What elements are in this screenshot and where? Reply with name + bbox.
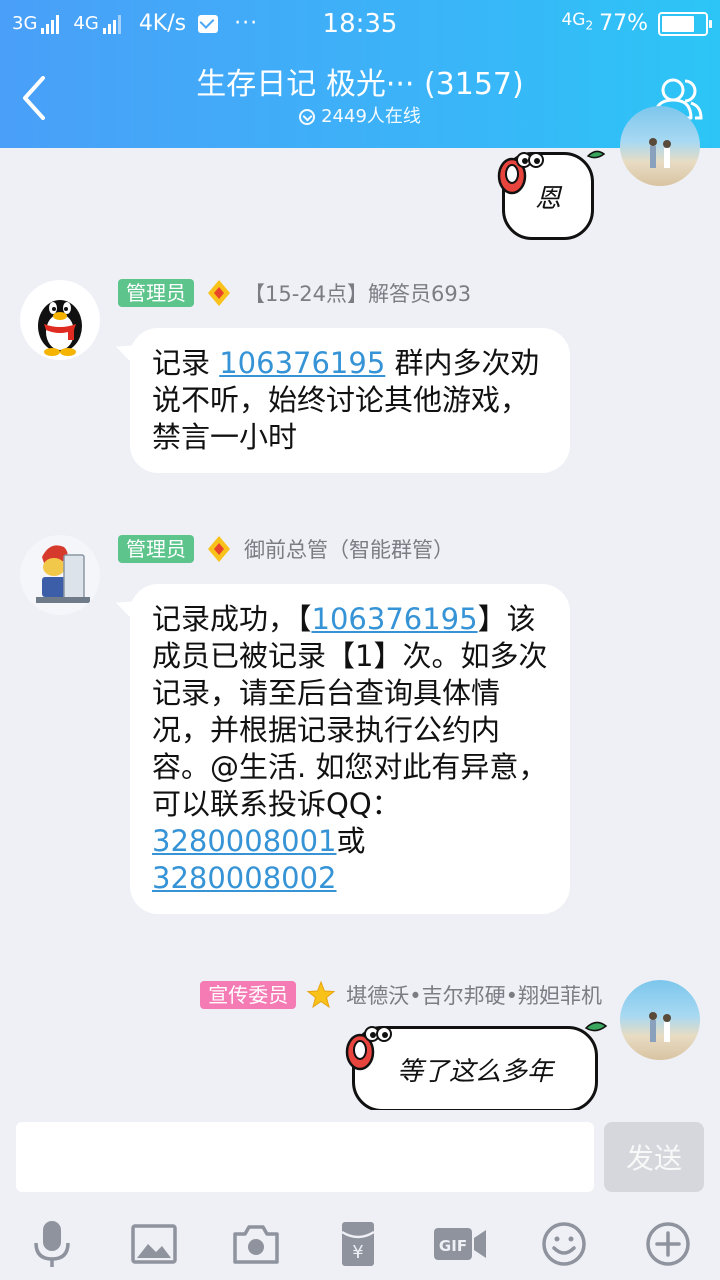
battery-percent: 77% bbox=[599, 11, 648, 36]
camera-button[interactable] bbox=[228, 1216, 284, 1272]
online-count[interactable]: 2449人在线 bbox=[299, 106, 421, 128]
red-packet-icon: ¥ bbox=[341, 1222, 375, 1266]
input-bar: 发送 ¥ GIF bbox=[0, 1110, 720, 1280]
sticker-message[interactable]: 等了这么多年 bbox=[344, 1014, 610, 1118]
qq-penguin-avatar bbox=[38, 300, 82, 356]
qq-number-link[interactable]: 106376195 bbox=[219, 346, 385, 380]
message-bubble[interactable]: 记录 106376195 群内多次劝说不听，始终讨论其他游戏，禁言一小时 bbox=[130, 328, 570, 473]
emoji-icon bbox=[542, 1222, 586, 1266]
sender-name[interactable]: 堪德沃•吉尔邦硬•翔妲菲机 bbox=[346, 980, 602, 1010]
emoji-button[interactable] bbox=[536, 1216, 592, 1272]
svg-text:¥: ¥ bbox=[352, 1242, 363, 1263]
group-title[interactable]: 生存日记 极光··· (3157) bbox=[0, 64, 720, 106]
sticker-message[interactable]: 恩 bbox=[496, 140, 606, 250]
sender-avatar[interactable] bbox=[620, 106, 700, 186]
message-input[interactable] bbox=[16, 1122, 594, 1192]
voice-button[interactable] bbox=[24, 1216, 80, 1272]
sender-meta: 管理员 御前总管（智能群管） bbox=[118, 534, 454, 564]
role-badge: 宣传委员 bbox=[200, 981, 297, 1009]
gif-button[interactable]: GIF bbox=[432, 1216, 488, 1272]
sender-name[interactable]: 御前总管（智能群管） bbox=[244, 534, 454, 564]
expand-icon bbox=[299, 109, 316, 125]
sender-avatar[interactable] bbox=[20, 535, 100, 615]
more-button[interactable] bbox=[640, 1216, 696, 1272]
lego-robot-avatar bbox=[36, 545, 90, 603]
status-bar: 3G 4G 4K/s ··· 18:35 4G2 77% bbox=[0, 0, 720, 50]
couple-photo-avatar bbox=[649, 138, 671, 168]
sticker-character-icon bbox=[497, 150, 606, 195]
sender-name[interactable]: 【15-24点】解答员693 bbox=[244, 278, 471, 308]
message-bubble[interactable]: 记录成功，【106376195】该成员已被记录【1】次。如多次记录，请至后台查询… bbox=[130, 584, 570, 914]
complaint-qq-link[interactable]: 3280008001 bbox=[152, 824, 337, 858]
send-button[interactable]: 发送 bbox=[604, 1122, 704, 1192]
sender-avatar[interactable] bbox=[20, 280, 100, 360]
role-badge: 管理员 bbox=[118, 279, 194, 307]
plus-icon bbox=[646, 1222, 690, 1266]
image-button[interactable] bbox=[126, 1216, 182, 1272]
image-icon bbox=[131, 1224, 177, 1264]
role-badge: 管理员 bbox=[118, 535, 194, 563]
chat-header: 3G 4G 4K/s ··· 18:35 4G2 77% 生存日记 极光··· … bbox=[0, 0, 720, 148]
microphone-icon bbox=[34, 1221, 70, 1267]
gif-icon: GIF bbox=[434, 1228, 486, 1260]
sender-meta: 管理员 【15-24点】解答员693 bbox=[118, 278, 471, 308]
star-icon bbox=[306, 980, 336, 1010]
battery-icon bbox=[658, 11, 712, 36]
red-packet-button[interactable]: ¥ bbox=[330, 1216, 386, 1272]
network-4g-indicator: 4G2 bbox=[561, 10, 594, 33]
svg-text:GIF: GIF bbox=[439, 1237, 467, 1255]
sticker-character-icon bbox=[345, 1021, 608, 1071]
diamond-icon bbox=[204, 278, 234, 308]
input-toolbar: ¥ GIF bbox=[0, 1210, 720, 1276]
camera-icon bbox=[233, 1225, 279, 1264]
complaint-qq-link[interactable]: 3280008002 bbox=[152, 861, 337, 895]
sender-avatar[interactable] bbox=[620, 980, 700, 1060]
sender-meta: 宣传委员 堪德沃•吉尔邦硬•翔妲菲机 bbox=[200, 980, 602, 1010]
couple-photo-avatar bbox=[649, 1012, 671, 1042]
diamond-icon bbox=[204, 534, 234, 564]
qq-number-link[interactable]: 106376195 bbox=[312, 602, 478, 636]
